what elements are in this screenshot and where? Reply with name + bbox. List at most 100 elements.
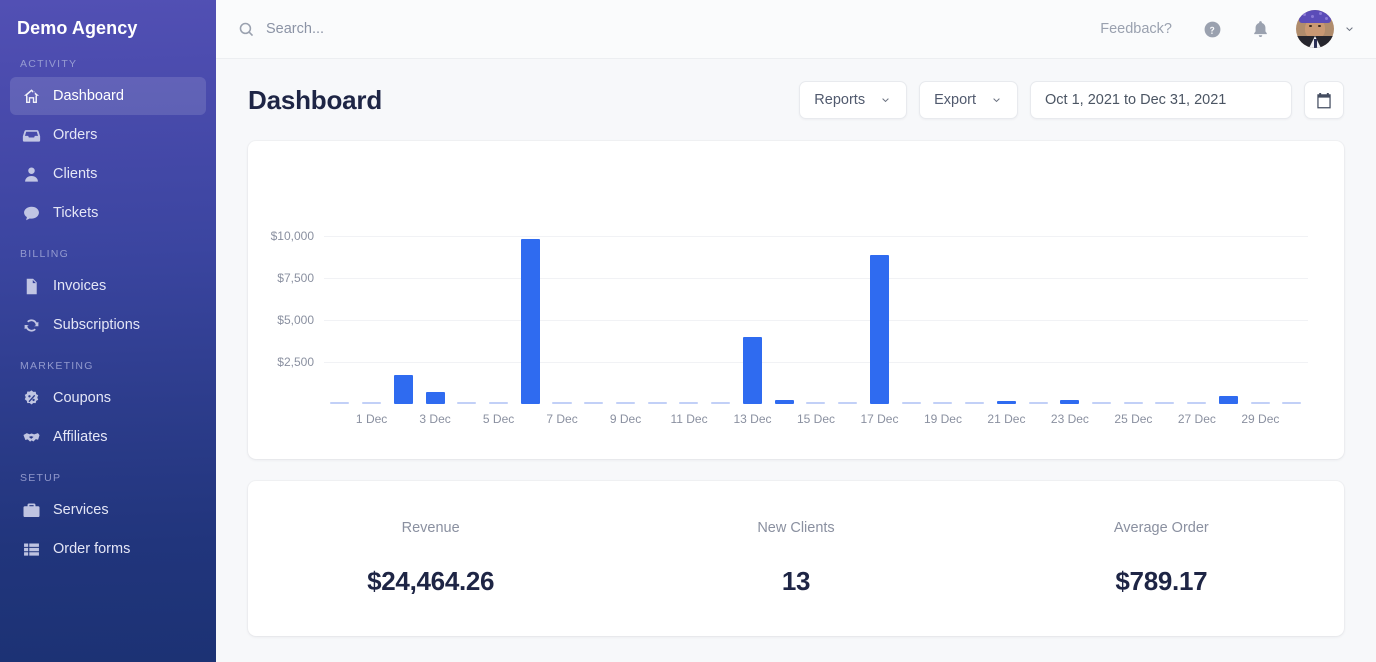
stat-label: New Clients	[757, 520, 834, 536]
stat-value: $789.17	[1115, 566, 1207, 597]
list-grid-icon	[22, 540, 41, 559]
sidebar-item-clients[interactable]: Clients	[10, 155, 206, 193]
stat-new-clients: New Clients13	[613, 481, 978, 636]
chart-bar-column[interactable]	[1276, 194, 1308, 404]
sidebar-item-label: Clients	[53, 166, 97, 182]
calendar-icon[interactable]	[1304, 81, 1344, 119]
sidebar-item-invoices[interactable]: Invoices	[10, 267, 206, 305]
chart-bar	[1124, 402, 1143, 404]
sidebar-section-setup: SETUP	[0, 472, 216, 484]
sidebar-item-orders[interactable]: Orders	[10, 116, 206, 154]
chart-plot-area: $10,000$7,500$5,000$2,5001 Dec3 Dec5 Dec…	[324, 194, 1308, 404]
chart-bars	[324, 194, 1308, 404]
chart-bar-column[interactable]	[832, 194, 864, 404]
document-icon	[22, 277, 41, 296]
sidebar: Demo Agency ACTIVITYDashboardOrdersClien…	[0, 0, 216, 662]
chart-bar	[584, 402, 603, 404]
chart-bar-column[interactable]	[1117, 194, 1149, 404]
search-input[interactable]	[266, 21, 586, 37]
reports-button[interactable]: Reports	[799, 81, 907, 119]
search-icon	[238, 21, 255, 38]
chart-x-tick-label: 27 Dec	[1178, 412, 1216, 426]
page-header: Dashboard Reports Export Oct 1, 2021 to …	[248, 59, 1344, 141]
user-menu[interactable]	[1296, 10, 1356, 48]
sidebar-item-order-forms[interactable]: Order forms	[10, 530, 206, 568]
chart-bar-column[interactable]	[895, 194, 927, 404]
search-box[interactable]	[238, 21, 1090, 38]
chart-bar-column[interactable]	[546, 194, 578, 404]
stat-revenue: Revenue$24,464.26	[248, 481, 613, 636]
question-circle-icon[interactable]	[1200, 17, 1224, 41]
sidebar-item-subscriptions[interactable]: Subscriptions	[10, 306, 206, 344]
sidebar-item-tickets[interactable]: Tickets	[10, 194, 206, 232]
chart-bar-column[interactable]	[1244, 194, 1276, 404]
chart-bar	[648, 402, 667, 404]
chart-bar	[1060, 400, 1079, 404]
chart-bar-column[interactable]	[483, 194, 515, 404]
chart-bar-column[interactable]	[673, 194, 705, 404]
page-content: Dashboard Reports Export Oct 1, 2021 to …	[216, 59, 1376, 636]
chart-bar	[870, 255, 889, 404]
chart-bar-column[interactable]	[451, 194, 483, 404]
chart-bar-column[interactable]	[1149, 194, 1181, 404]
chat-bubble-icon	[22, 204, 41, 223]
chart-x-tick-label: 15 Dec	[797, 412, 835, 426]
chart-bar-column[interactable]	[641, 194, 673, 404]
chart-bar-column[interactable]	[356, 194, 388, 404]
sidebar-item-coupons[interactable]: Coupons	[10, 379, 206, 417]
sidebar-section-activity: ACTIVITY	[0, 58, 216, 70]
chart-bar-column[interactable]	[1054, 194, 1086, 404]
chart-bar-column[interactable]	[419, 194, 451, 404]
chart-bar	[902, 402, 921, 404]
chart: $10,000$7,500$5,000$2,5001 Dec3 Dec5 Dec…	[248, 141, 1344, 459]
chart-bar-column[interactable]	[1022, 194, 1054, 404]
chart-bar-column[interactable]	[959, 194, 991, 404]
chart-bar	[489, 402, 508, 404]
chart-bar	[1219, 396, 1238, 404]
chart-bar-column[interactable]	[863, 194, 895, 404]
chart-bar-column[interactable]	[800, 194, 832, 404]
chart-bar	[362, 402, 381, 404]
chart-x-tick-label: 19 Dec	[924, 412, 962, 426]
date-range-input[interactable]: Oct 1, 2021 to Dec 31, 2021	[1030, 81, 1292, 119]
stat-average-order: Average Order$789.17	[979, 481, 1344, 636]
sidebar-item-label: Services	[53, 502, 109, 518]
sidebar-item-label: Orders	[53, 127, 97, 143]
chart-bar	[1282, 402, 1301, 404]
chart-bar-column[interactable]	[990, 194, 1022, 404]
chart-bar-column[interactable]	[610, 194, 642, 404]
chart-bar	[775, 400, 794, 404]
feedback-link[interactable]: Feedback?	[1100, 21, 1172, 37]
sidebar-item-label: Invoices	[53, 278, 106, 294]
sidebar-nav: ACTIVITY Dashboard Orders Clients Tickets BIL…	[0, 58, 216, 568]
chart-bar	[933, 402, 952, 404]
sidebar-section-billing: BILLING	[0, 248, 216, 260]
chart-bar-column[interactable]	[387, 194, 419, 404]
export-button[interactable]: Export	[919, 81, 1018, 119]
chart-bar-column[interactable]	[927, 194, 959, 404]
sidebar-item-dashboard[interactable]: Dashboard	[10, 77, 206, 115]
sidebar-item-label: Subscriptions	[53, 317, 140, 333]
chart-bar-column[interactable]	[768, 194, 800, 404]
chart-bar-column[interactable]	[1181, 194, 1213, 404]
sidebar-item-services[interactable]: Services	[10, 491, 206, 529]
chart-bar	[426, 392, 445, 404]
sidebar-item-affiliates[interactable]: Affiliates	[10, 418, 206, 456]
chart-bar-column[interactable]	[737, 194, 769, 404]
chevron-down-icon	[879, 94, 892, 107]
chart-bar	[997, 401, 1016, 404]
chart-bar-column[interactable]	[705, 194, 737, 404]
chart-bar-column[interactable]	[324, 194, 356, 404]
bell-icon[interactable]	[1248, 17, 1272, 41]
chart-bar	[1155, 402, 1174, 404]
chart-bar-column[interactable]	[1086, 194, 1118, 404]
chart-x-tick-label: 17 Dec	[860, 412, 898, 426]
chart-bar	[330, 402, 349, 404]
chart-x-tick-label: 23 Dec	[1051, 412, 1089, 426]
chart-x-tick-label: 9 Dec	[610, 412, 641, 426]
stat-value: $24,464.26	[367, 566, 494, 597]
chart-bar-column[interactable]	[514, 194, 546, 404]
chart-bar-column[interactable]	[578, 194, 610, 404]
chart-x-tick-label: 25 Dec	[1114, 412, 1152, 426]
chart-bar-column[interactable]	[1213, 194, 1245, 404]
